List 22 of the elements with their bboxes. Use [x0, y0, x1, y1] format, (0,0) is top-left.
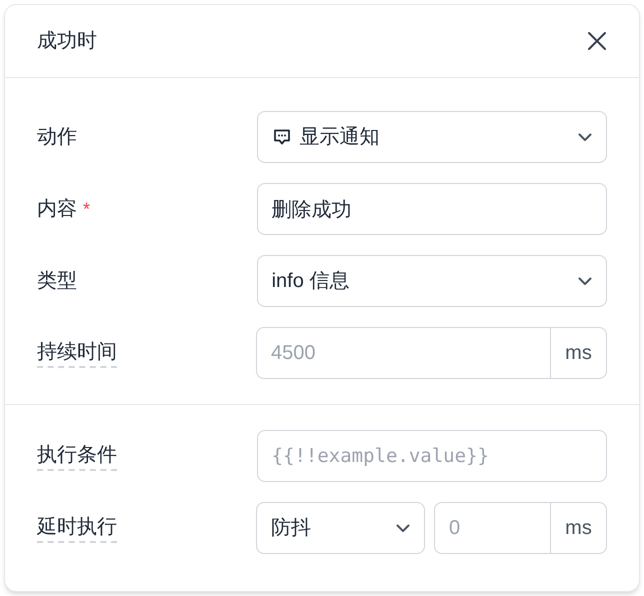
unit-label: ms — [551, 502, 607, 554]
field-label: 持续时间 — [37, 338, 117, 368]
content-input[interactable]: 删除成功 — [256, 183, 607, 235]
field-label: 类型 — [37, 269, 77, 294]
action-select[interactable]: 显示通知 — [256, 111, 607, 163]
chevron-down-icon — [578, 276, 592, 286]
delay-input[interactable]: 0 — [434, 502, 551, 554]
type-select[interactable]: info 信息 — [256, 255, 607, 307]
field-label: 延时执行 — [37, 513, 117, 543]
field-label: 内容 — [37, 197, 77, 222]
condition-input[interactable]: {{!!example.value}} — [256, 430, 607, 482]
duration-input[interactable]: 4500 — [256, 327, 551, 379]
mode-select[interactable]: 防抖 — [256, 502, 425, 554]
chevron-down-icon — [396, 524, 410, 532]
close-icon — [587, 31, 607, 51]
dialog-title: 成功时 — [37, 29, 97, 54]
chevron-down-icon — [578, 132, 592, 142]
message-icon — [272, 127, 292, 147]
field-label: 动作 — [37, 125, 77, 150]
required-mark: * — [83, 198, 90, 220]
unit-label: ms — [551, 327, 607, 379]
field-label: 执行条件 — [37, 441, 117, 471]
